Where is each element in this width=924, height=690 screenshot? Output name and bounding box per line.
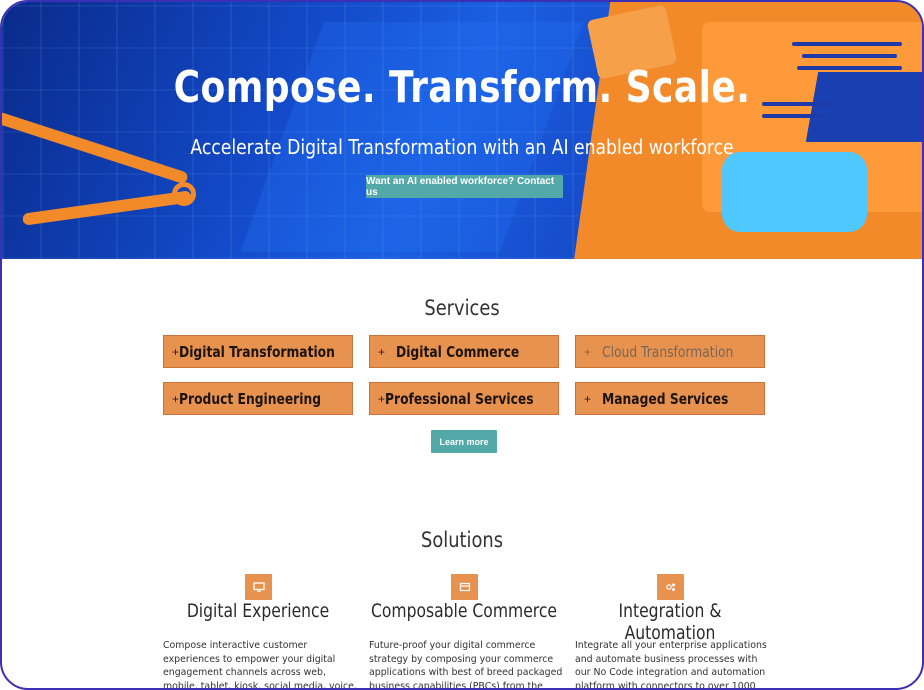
solution-title-composable-commerce: Composable Commerce: [370, 600, 557, 622]
service-label: Digital Commerce: [396, 342, 520, 361]
solution-title-integration-automation: Integration & Automation: [618, 600, 722, 644]
service-managed-services[interactable]: + Managed Services: [575, 382, 765, 415]
solutions-title: Solutions: [420, 528, 504, 552]
plus-icon: +: [378, 391, 386, 406]
commerce-icon: [451, 574, 478, 600]
plus-icon: +: [584, 344, 592, 359]
service-digital-transformation[interactable]: + Digital Transformation: [163, 335, 353, 368]
service-professional-services[interactable]: + Professional Services: [369, 382, 559, 415]
contact-us-button[interactable]: Want an AI enabled workforce? Contact us: [366, 175, 563, 198]
service-digital-commerce[interactable]: + Digital Commerce: [369, 335, 559, 368]
hero-banner: Compose. Transform. Scale. Accelerate Di…: [2, 2, 922, 259]
hero-title: Compose. Transform. Scale.: [173, 62, 751, 113]
learn-more-button[interactable]: Learn more: [431, 430, 497, 453]
service-cloud-transformation[interactable]: + Cloud Transformation: [575, 335, 765, 368]
hero-subtitle: Accelerate Digital Transformation with a…: [190, 135, 734, 159]
solution-desc-digital-experience: Compose interactive customer experiences…: [163, 640, 357, 690]
monitor-icon: [245, 574, 272, 600]
plus-icon: +: [378, 344, 386, 359]
solution-desc-integration-automation: Integrate all your enterprise applicatio…: [575, 640, 767, 690]
page-frame: Compose. Transform. Scale. Accelerate Di…: [0, 0, 924, 690]
solution-desc-composable-commerce: Future-proof your digital commerce strat…: [369, 640, 563, 690]
plus-icon: +: [584, 391, 592, 406]
service-label: Product Engineering: [179, 389, 322, 408]
hero-circuit-node: [172, 182, 196, 206]
plus-icon: +: [172, 391, 180, 406]
solution-title-digital-experience: Digital Experience: [186, 600, 330, 622]
hero-cyan-card: [722, 152, 867, 232]
service-label: Cloud Transformation: [602, 342, 734, 361]
service-label: Managed Services: [602, 389, 729, 408]
service-product-engineering[interactable]: + Product Engineering: [163, 382, 353, 415]
plus-icon: +: [172, 344, 180, 359]
service-label: Digital Transformation: [179, 342, 335, 361]
services-title: Services: [424, 296, 500, 320]
integration-icon: [657, 574, 684, 600]
service-label: Professional Services: [385, 389, 534, 408]
